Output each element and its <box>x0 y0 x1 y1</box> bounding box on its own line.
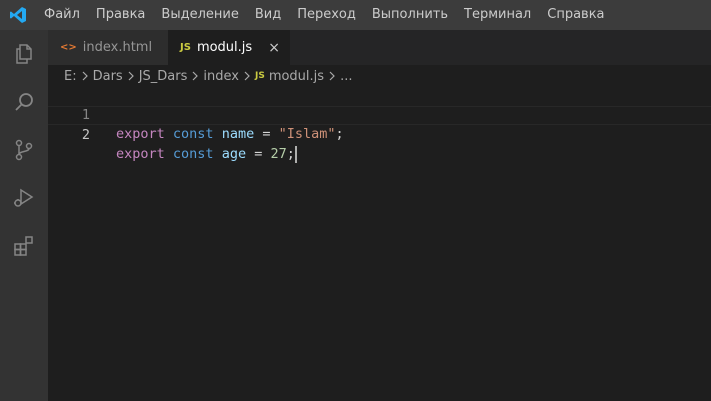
identifier: name <box>221 126 255 142</box>
breadcrumb-item[interactable]: modul.js <box>269 69 324 84</box>
run-debug-icon[interactable] <box>0 174 48 222</box>
breadcrumb-item[interactable]: E: <box>64 69 77 84</box>
string-literal: "Islam" <box>278 126 336 142</box>
keyword-const: const <box>172 126 214 142</box>
menu-edit[interactable]: Правка <box>88 0 153 30</box>
html-file-icon: <> <box>60 42 77 53</box>
breadcrumb-item[interactable]: JS_Dars <box>139 69 188 84</box>
menu-view[interactable]: Вид <box>247 0 289 30</box>
breadcrumb-item[interactable]: Dars <box>93 69 123 84</box>
menu-run[interactable]: Выполнить <box>364 0 456 30</box>
source-control-icon[interactable] <box>0 126 48 174</box>
keyword-export: export <box>116 126 165 142</box>
explorer-icon[interactable] <box>0 30 48 78</box>
menu-help[interactable]: Справка <box>539 0 612 30</box>
identifier: age <box>221 146 247 162</box>
breadcrumb-item[interactable]: index <box>203 69 239 84</box>
tab-modul-js[interactable]: JS modul.js × <box>168 30 290 65</box>
number-literal: 27 <box>270 146 287 162</box>
menu-go[interactable]: Переход <box>289 0 364 30</box>
js-file-icon: JS <box>180 42 191 53</box>
menu-terminal[interactable]: Терминал <box>456 0 539 30</box>
menu-file[interactable]: Файл <box>36 0 88 30</box>
code-line[interactable]: 2 export const age = 27; <box>48 106 711 163</box>
code-line[interactable]: 1 export const name = "Islam"; <box>48 87 711 142</box>
keyword-const: const <box>172 146 214 162</box>
vscode-logo-icon <box>0 0 36 30</box>
chevron-right-icon <box>328 71 336 81</box>
semicolon: ; <box>286 146 295 162</box>
tab-label: index.html <box>82 40 153 55</box>
editor-tabs: <> index.html JS modul.js × <box>48 30 711 65</box>
title-bar: Файл Правка Выделение Вид Переход Выполн… <box>0 0 711 30</box>
code-editor[interactable]: 1 export const name = "Islam"; 2 export … <box>48 87 711 401</box>
chevron-right-icon <box>191 71 199 81</box>
tab-label: modul.js <box>196 40 253 55</box>
semicolon: ; <box>335 126 344 142</box>
text-cursor <box>294 145 297 163</box>
breadcrumb-item[interactable]: ... <box>340 69 352 84</box>
menu-bar: Файл Правка Выделение Вид Переход Выполн… <box>36 0 613 30</box>
close-tab-button[interactable]: × <box>268 40 280 56</box>
chevron-right-icon <box>81 71 89 81</box>
chevron-right-icon <box>127 71 135 81</box>
tab-index-html[interactable]: <> index.html <box>48 30 168 65</box>
operator: = <box>254 146 263 162</box>
line-number: 2 <box>81 127 90 143</box>
menu-selection[interactable]: Выделение <box>153 0 246 30</box>
keyword-export: export <box>116 146 165 162</box>
extensions-icon[interactable] <box>0 222 48 270</box>
operator: = <box>262 126 271 142</box>
breadcrumb: E: Dars JS_Dars index JS modul.js ... <box>48 65 711 87</box>
chevron-right-icon <box>243 71 251 81</box>
js-file-icon: JS <box>254 71 265 81</box>
search-icon[interactable] <box>0 78 48 126</box>
activity-bar <box>0 30 48 401</box>
